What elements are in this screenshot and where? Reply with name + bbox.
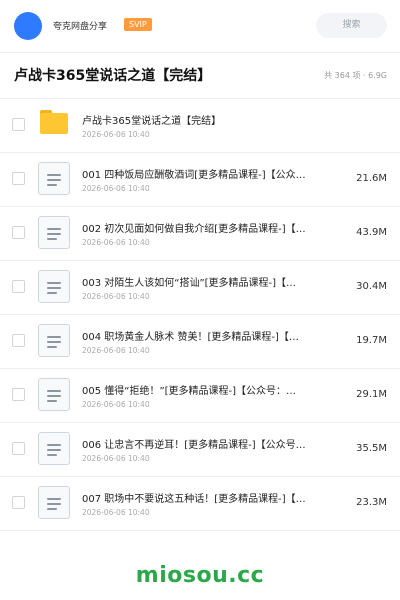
item-date: 2026-06-06 10:40 [82,130,150,139]
item-name: 005 懂得“拒绝！”[更多精品课程-]【公众号：… [82,386,297,397]
item-name: 006 让忠言不再逆耳！[更多精品课程-]【公众号… [82,440,306,451]
item-date: 2026-06-06 10:40 [82,346,150,355]
item-checkbox[interactable] [12,280,25,293]
item-date: 2026-06-06 10:40 [82,508,150,517]
page-title: 卢战卡365堂说话之道【完结】 [14,68,212,84]
file-list: 卢战卡365堂说话之道【完结】 2026-06-06 10:40 001 四种饭… [0,99,400,531]
item-name: 002 初次见面如何做自我介绍[更多精品课程-]【… [82,224,306,235]
item-name: 001 四种饭局应酬敬酒词[更多精品课程-]【公众… [82,170,306,181]
folder-header: 卢战卡365堂说话之道【完结】 共 364 项 · 6.9G [0,52,400,99]
document-icon [38,378,70,411]
document-icon [38,162,70,195]
item-size: 43.9M [356,227,387,238]
item-size: 23.3M [356,497,387,508]
top-bar: 夸克网盘分享 SVIP 搜索 [0,0,400,53]
list-item[interactable]: 007 职场中不要说这五种话！[更多精品课程-]【… 2026-06-06 10… [0,477,400,531]
list-item[interactable]: 005 懂得“拒绝！”[更多精品课程-]【公众号：… 2026-06-06 10… [0,369,400,423]
item-checkbox[interactable] [12,388,25,401]
svip-badge: SVIP [124,18,152,31]
document-icon [38,486,70,519]
item-size: 30.4M [356,281,387,292]
item-size: 21.6M [356,173,387,184]
folder-icon [40,110,68,134]
list-item[interactable]: 004 职场黄金人脉术 赞美！[更多精品课程-]【… 2026-06-06 10… [0,315,400,369]
item-checkbox[interactable] [12,442,25,455]
document-icon [38,216,70,249]
list-item[interactable]: 006 让忠言不再逆耳！[更多精品课程-]【公众号… 2026-06-06 10… [0,423,400,477]
watermark: miosou.cc [135,563,265,588]
brand-name: 夸克网盘分享 [53,22,108,32]
item-checkbox[interactable] [12,496,25,509]
folder-summary: 共 364 项 · 6.9G [324,71,387,80]
document-icon [38,432,70,465]
item-size: 19.7M [356,335,387,346]
avatar[interactable] [14,12,42,40]
item-checkbox[interactable] [12,226,25,239]
item-name: 004 职场黄金人脉术 赞美！[更多精品课程-]【… [82,332,299,343]
search-box[interactable]: 搜索 [316,13,387,38]
document-icon [38,270,70,303]
item-name: 卢战卡365堂说话之道【完结】 [82,116,222,127]
list-item[interactable]: 002 初次见面如何做自我介绍[更多精品课程-]【… 2026-06-06 10… [0,207,400,261]
item-name: 007 职场中不要说这五种话！[更多精品课程-]【… [82,494,306,505]
item-size: 29.1M [356,389,387,400]
item-checkbox[interactable] [12,334,25,347]
item-date: 2026-06-06 10:40 [82,454,150,463]
list-item[interactable]: 卢战卡365堂说话之道【完结】 2026-06-06 10:40 [0,99,400,153]
item-checkbox[interactable] [12,172,25,185]
item-checkbox[interactable] [12,118,25,131]
item-date: 2026-06-06 10:40 [82,184,150,193]
document-icon [38,324,70,357]
item-date: 2026-06-06 10:40 [82,400,150,409]
list-item[interactable]: 003 对陌生人该如何“搭讪”[更多精品课程-]【… 2026-06-06 10… [0,261,400,315]
item-date: 2026-06-06 10:40 [82,292,150,301]
item-size: 35.5M [356,443,387,454]
item-date: 2026-06-06 10:40 [82,238,150,247]
item-name: 003 对陌生人该如何“搭讪”[更多精品课程-]【… [82,278,297,289]
list-item[interactable]: 001 四种饭局应酬敬酒词[更多精品课程-]【公众… 2026-06-06 10… [0,153,400,207]
